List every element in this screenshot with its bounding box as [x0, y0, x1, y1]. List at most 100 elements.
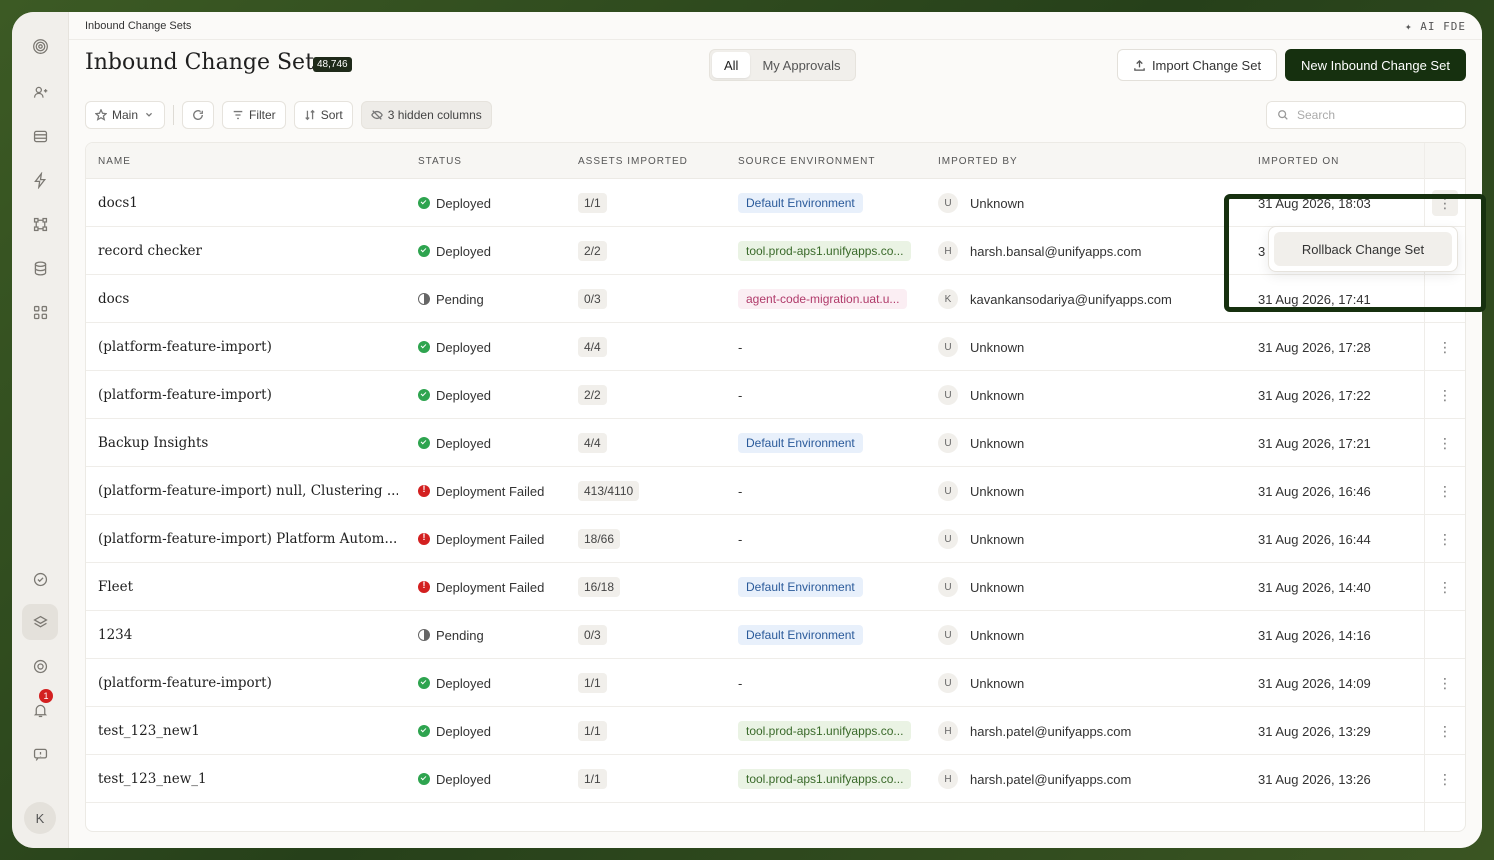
breadcrumb[interactable]: Inbound Change Sets: [85, 20, 191, 32]
row-imported-on: 31 Aug 2026, 16:44: [1258, 531, 1371, 547]
table-row[interactable]: (platform-feature-import) Deployed 2/2 -…: [86, 371, 1465, 419]
table-row[interactable]: docs Pending 0/3 agent-code-migration.ua…: [86, 275, 1465, 323]
row-name[interactable]: docs: [98, 275, 398, 323]
row-assets-imported: 413/4110: [578, 467, 640, 515]
filter-button[interactable]: Filter: [222, 101, 286, 129]
row-more-actions-icon[interactable]: ⋮: [1432, 190, 1458, 216]
tab-my-approvals[interactable]: My Approvals: [750, 52, 852, 78]
new-inbound-change-set-button[interactable]: New Inbound Change Set: [1285, 49, 1466, 81]
column-header-imported-by[interactable]: IMPORTED BY: [938, 156, 1018, 167]
table-row[interactable]: docs1 Deployed 1/1 Default Environment U…: [86, 179, 1465, 227]
imported-by-label: harsh.patel@unifyapps.com: [970, 723, 1132, 739]
source-environment-tag: Default Environment: [738, 577, 863, 597]
ai-fde-button[interactable]: ✦ AI FDE: [1405, 20, 1466, 33]
table-row[interactable]: 1234 Pending 0/3 Default Environment U U…: [86, 611, 1465, 659]
user-initial-avatar: H: [938, 241, 958, 261]
row-name[interactable]: 1234: [98, 611, 398, 659]
row-name[interactable]: test_123_new1: [98, 707, 398, 755]
row-actions-cell: ⋮: [1432, 707, 1458, 755]
table-row[interactable]: test_123_new_1 Deployed 1/1 tool.prod-ap…: [86, 755, 1465, 803]
user-avatar[interactable]: K: [24, 802, 56, 834]
row-name[interactable]: (platform-feature-import): [98, 659, 398, 707]
table-row[interactable]: (platform-feature-import) null, Clusteri…: [86, 467, 1465, 515]
apps-grid-icon[interactable]: [22, 294, 58, 330]
row-more-actions-icon[interactable]: ⋮: [1438, 339, 1452, 356]
table-row[interactable]: Fleet Deployment Failed 16/18 Default En…: [86, 563, 1465, 611]
table-row[interactable]: (platform-feature-import) Deployed 1/1 -…: [86, 659, 1465, 707]
assets-imported-pill: 1/1: [578, 673, 607, 693]
status-failed-icon: [418, 580, 430, 593]
table-row[interactable]: record checker Deployed 2/2 tool.prod-ap…: [86, 227, 1465, 275]
source-environment-tag: tool.prod-aps1.unifyapps.co...: [738, 769, 912, 789]
row-imported-on: 31 Aug 2026, 17:22: [1258, 387, 1371, 403]
row-name[interactable]: (platform-feature-import) Platform Autom…: [98, 515, 398, 563]
row-assets-imported: 0/3: [578, 275, 607, 323]
status-deployed-icon: [418, 677, 430, 689]
row-name[interactable]: (platform-feature-import) null, Clusteri…: [98, 467, 398, 515]
view-selector[interactable]: Main: [85, 101, 166, 129]
feedback-icon[interactable]: [22, 736, 58, 772]
row-name[interactable]: (platform-feature-import): [98, 323, 398, 371]
row-name[interactable]: Fleet: [98, 563, 398, 611]
table-row[interactable]: test_123_new1 Deployed 1/1 tool.prod-aps…: [86, 707, 1465, 755]
row-status: Deployed: [418, 707, 491, 755]
tab-all[interactable]: All: [712, 52, 751, 78]
assets-imported-pill: 0/3: [578, 289, 607, 309]
row-more-actions-icon[interactable]: ⋮: [1438, 579, 1452, 596]
sort-button[interactable]: Sort: [293, 101, 353, 129]
workflow-icon[interactable]: [22, 206, 58, 242]
assets-imported-pill: 18/66: [578, 529, 621, 549]
row-more-actions-icon[interactable]: ⋮: [1438, 435, 1452, 452]
column-header-status[interactable]: STATUS: [418, 156, 462, 167]
row-name[interactable]: test_123_new_1: [98, 755, 398, 803]
assets-imported-pill: 1/1: [578, 769, 607, 789]
column-header-assets-imported[interactable]: ASSETS IMPORTED: [578, 156, 688, 167]
refresh-button[interactable]: [182, 101, 215, 129]
import-change-set-button[interactable]: Import Change Set: [1117, 49, 1277, 81]
source-environment-empty: -: [738, 531, 743, 547]
user-initial-avatar: U: [938, 337, 958, 357]
row-actions-cell: ⋮: [1432, 515, 1458, 563]
row-more-actions-icon[interactable]: ⋮: [1438, 723, 1452, 740]
source-environment-empty: -: [738, 483, 743, 499]
column-header-imported-on[interactable]: IMPORTED ON: [1258, 156, 1339, 167]
column-header-name[interactable]: NAME: [98, 156, 131, 167]
layers-icon[interactable]: [22, 604, 58, 640]
row-imported-by: U Unknown: [938, 563, 1024, 611]
page-title: Inbound Change Sets: [85, 50, 326, 75]
star-icon: [95, 109, 107, 121]
column-header-source-environment[interactable]: SOURCE ENVIRONMENT: [738, 156, 875, 167]
badge-check-icon[interactable]: [22, 561, 58, 597]
lightning-icon[interactable]: [22, 162, 58, 198]
row-more-actions-icon[interactable]: ⋮: [1438, 483, 1452, 500]
hidden-columns-button[interactable]: 3 hidden columns: [360, 101, 492, 129]
user-initial-avatar: H: [938, 721, 958, 741]
row-name[interactable]: (platform-feature-import): [98, 371, 398, 419]
status-deployed-icon: [418, 725, 430, 737]
row-name[interactable]: docs1: [98, 179, 398, 227]
database-table-icon[interactable]: [22, 118, 58, 154]
assets-imported-pill: 4/4: [578, 433, 607, 453]
table-row[interactable]: (platform-feature-import) Deployed 4/4 -…: [86, 323, 1465, 371]
users-icon[interactable]: [22, 74, 58, 110]
row-more-actions-icon[interactable]: ⋮: [1438, 771, 1452, 788]
storage-icon[interactable]: [22, 250, 58, 286]
row-more-actions-icon[interactable]: ⋮: [1438, 387, 1452, 404]
row-actions-cell: ⋮: [1432, 755, 1458, 803]
rollback-change-set-menu-item[interactable]: Rollback Change Set: [1274, 232, 1452, 266]
row-more-actions-icon[interactable]: ⋮: [1438, 531, 1452, 548]
table-row[interactable]: (platform-feature-import) Platform Autom…: [86, 515, 1465, 563]
source-environment-empty: -: [738, 339, 743, 355]
sort-label: Sort: [320, 108, 343, 122]
row-name[interactable]: Backup Insights: [98, 419, 398, 467]
row-name[interactable]: record checker: [98, 227, 398, 275]
user-initial-avatar: U: [938, 481, 958, 501]
notifications-bell-icon[interactable]: 1: [22, 689, 58, 728]
user-initial-avatar: U: [938, 433, 958, 453]
search-input[interactable]: Search: [1266, 101, 1466, 129]
table-row[interactable]: Backup Insights Deployed 4/4 Default Env…: [86, 419, 1465, 467]
settings-icon[interactable]: [22, 648, 58, 684]
row-more-actions-icon[interactable]: ⋮: [1438, 675, 1452, 692]
logo-icon[interactable]: [22, 28, 58, 64]
status-label: Deployed: [436, 435, 491, 451]
